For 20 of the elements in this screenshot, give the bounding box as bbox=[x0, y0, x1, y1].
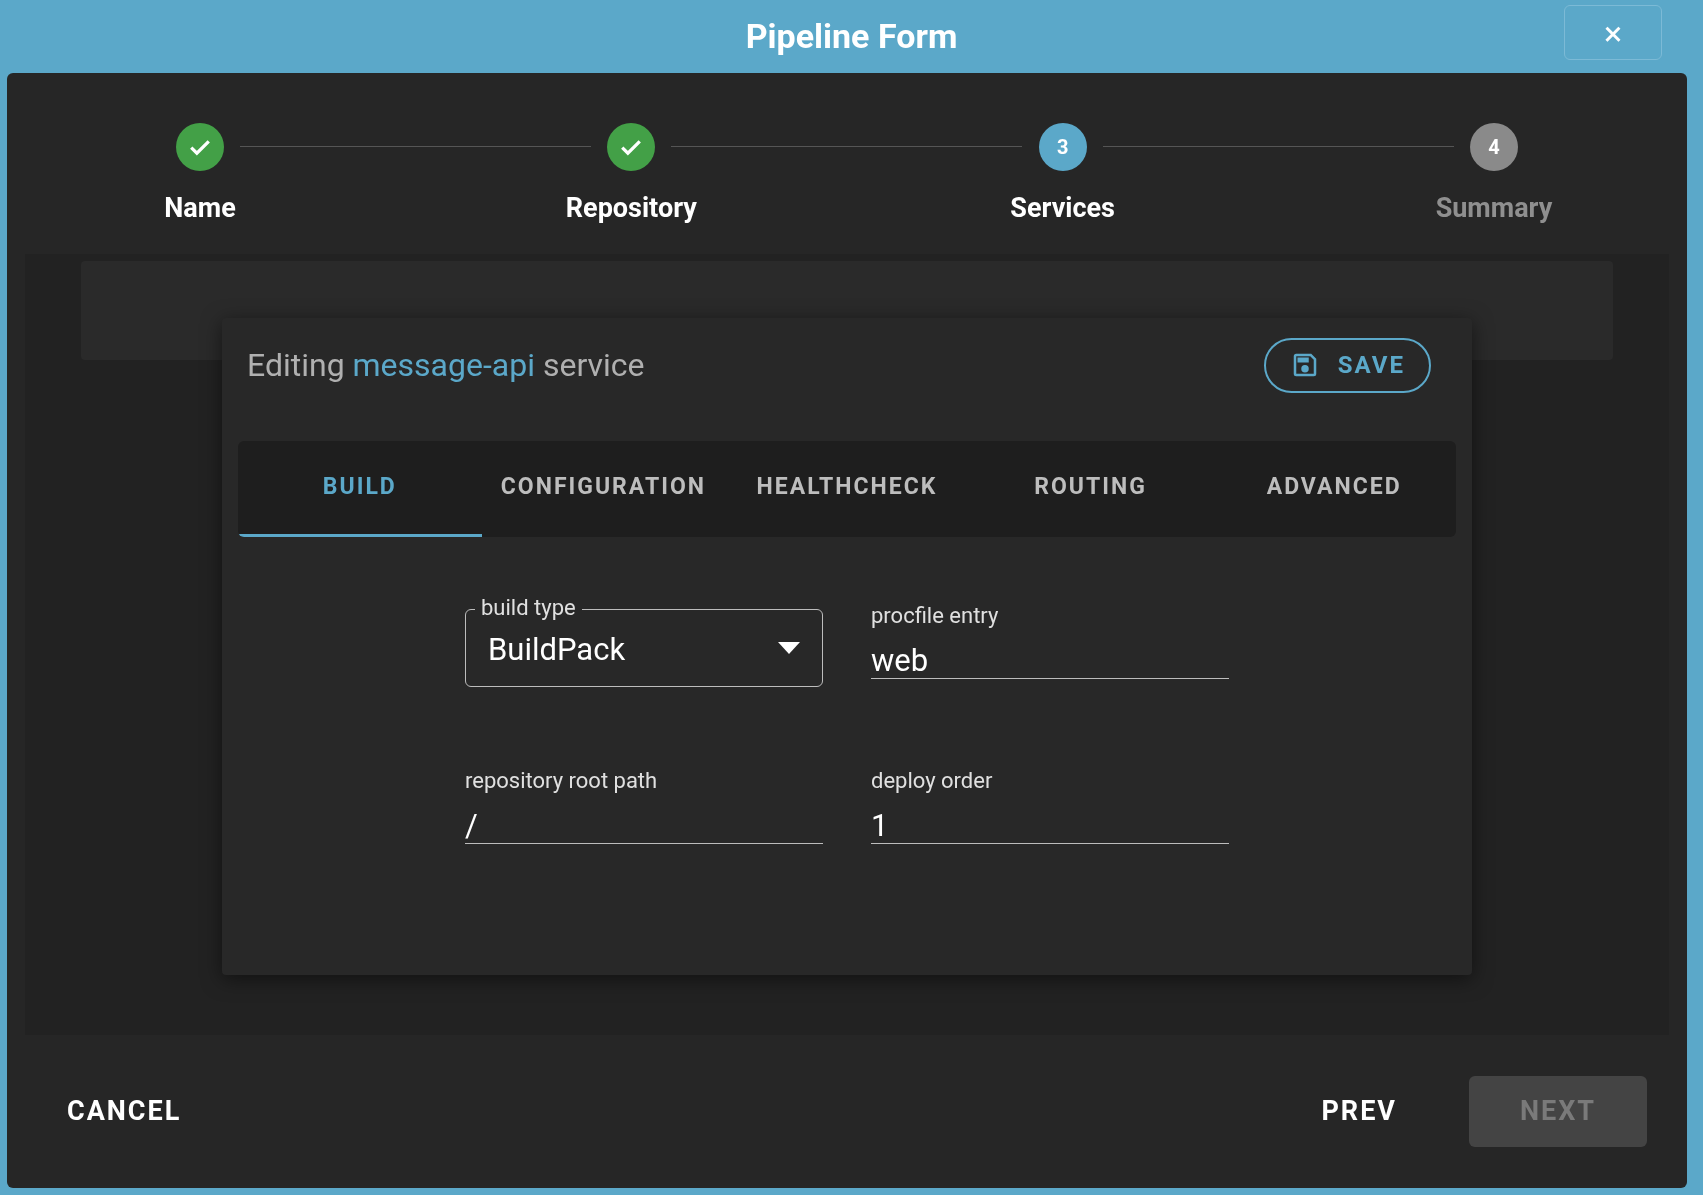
step-number: 4 bbox=[1470, 123, 1518, 171]
tab[interactable]: BUILD bbox=[238, 441, 482, 537]
prev-button[interactable]: PREV bbox=[1301, 1077, 1417, 1146]
tab[interactable]: HEALTHCHECK bbox=[725, 441, 969, 537]
tab[interactable]: ADVANCED bbox=[1212, 441, 1456, 537]
text-field[interactable]: deploy order 1 bbox=[871, 764, 1229, 844]
step-number: 3 bbox=[1038, 123, 1087, 171]
tab[interactable]: ROUTING bbox=[968, 441, 1213, 537]
window-title: Pipeline Form bbox=[745, 15, 958, 58]
step-label: Repository bbox=[565, 191, 697, 226]
cancel-button[interactable]: CANCEL bbox=[47, 1077, 202, 1146]
text-field[interactable]: repository root path / bbox=[465, 764, 823, 844]
step-label: Name bbox=[164, 191, 236, 226]
editor-heading: Editing message-api service bbox=[247, 345, 645, 386]
step-label: Services bbox=[1010, 191, 1115, 226]
text-field[interactable]: procfile entry web bbox=[871, 599, 1229, 679]
tab[interactable]: CONFIGURATION bbox=[481, 441, 726, 537]
dropdown-caret-icon bbox=[778, 642, 800, 654]
save-button[interactable]: SAVE bbox=[1263, 337, 1431, 393]
step-label: Summary bbox=[1435, 191, 1553, 226]
